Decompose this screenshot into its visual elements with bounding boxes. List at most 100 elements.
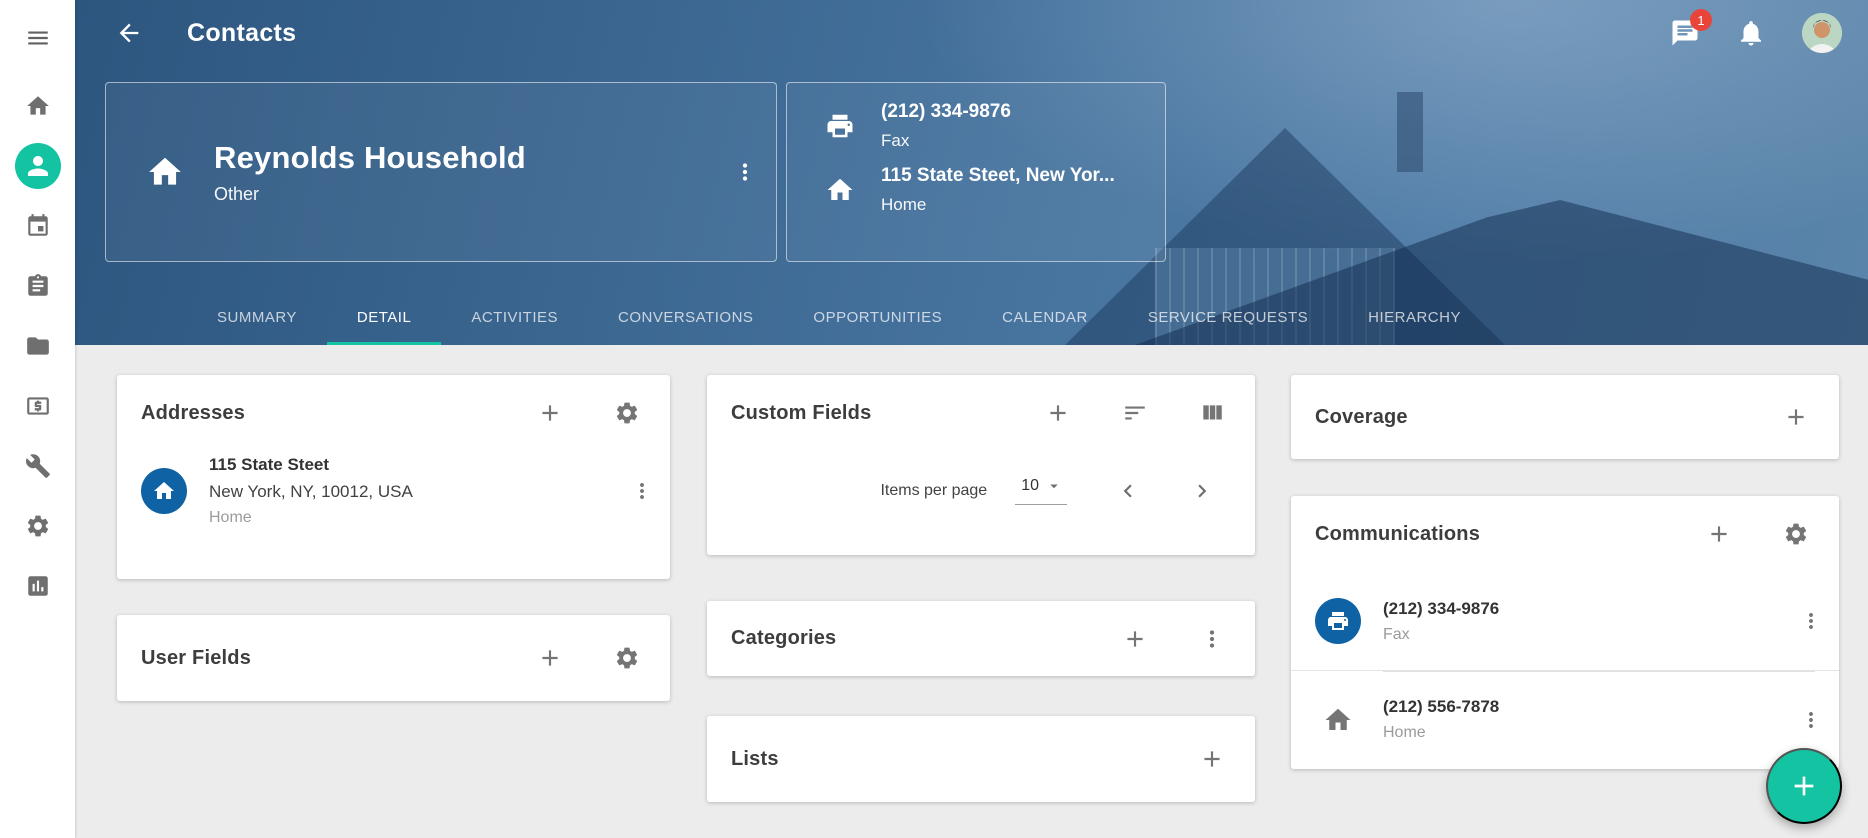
communication-more-menu[interactable] <box>1799 609 1823 633</box>
categories-more-menu[interactable] <box>1199 626 1225 652</box>
home-icon <box>25 93 51 119</box>
contacts-icon <box>15 143 61 189</box>
calendar-icon <box>25 213 51 239</box>
add-communication-button[interactable] <box>1706 521 1732 547</box>
addresses-settings-button[interactable] <box>614 400 640 426</box>
communication-label: Fax <box>1383 626 1499 644</box>
add-address-button[interactable] <box>537 400 563 426</box>
photo-chimney <box>1397 92 1423 172</box>
folder-icon <box>25 333 51 359</box>
tasks-icon <box>25 273 51 299</box>
plus-icon <box>1788 770 1820 802</box>
app-bar-actions: 1 <box>1670 13 1868 53</box>
user-avatar[interactable] <box>1802 13 1842 53</box>
add-list-button[interactable] <box>1199 746 1225 772</box>
sidebar-item-tools[interactable] <box>0 436 75 496</box>
tab-service-requests[interactable]: SERVICE REQUESTS <box>1118 289 1338 345</box>
tab-detail[interactable]: DETAIL <box>327 289 441 345</box>
add-custom-field-button[interactable] <box>1045 400 1071 426</box>
sidebar-item-folder[interactable] <box>0 316 75 376</box>
address-line2: New York, NY, 10012, USA <box>209 482 413 502</box>
items-per-page-value: 10 <box>1021 477 1039 495</box>
settings-icon <box>25 513 51 539</box>
tab-activities[interactable]: ACTIVITIES <box>441 289 588 345</box>
communications-title: Communications <box>1315 523 1480 546</box>
sidebar-item-accounts[interactable] <box>0 376 75 436</box>
address-line1: 115 State Steet <box>209 455 413 475</box>
sidebar-item-home[interactable] <box>0 76 75 136</box>
more-vert-icon <box>630 479 654 503</box>
sidebar-item-contacts[interactable] <box>0 136 75 196</box>
sidebar-item-calendar[interactable] <box>0 196 75 256</box>
top-app-bar: Contacts 1 <box>75 0 1868 66</box>
more-vert-icon <box>1799 609 1823 633</box>
address-text: 115 State Steet, New Yor... <box>881 165 1115 187</box>
page-title: Contacts <box>187 19 296 48</box>
previous-page-button[interactable] <box>1115 478 1141 504</box>
plus-icon <box>1122 626 1148 652</box>
tab-conversations[interactable]: CONVERSATIONS <box>588 289 783 345</box>
communications-settings-button[interactable] <box>1783 521 1809 547</box>
home-icon <box>1315 705 1361 735</box>
gear-icon <box>614 645 640 671</box>
plus-icon <box>1199 746 1225 772</box>
sort-button[interactable] <box>1122 400 1148 426</box>
menu-icon[interactable] <box>0 14 75 62</box>
notifications-button[interactable] <box>1736 18 1766 48</box>
columns-button[interactable] <box>1199 400 1225 426</box>
sidebar-item-tasks[interactable] <box>0 256 75 316</box>
custom-fields-card: Custom Fields Items per page 10 <box>707 375 1255 555</box>
quick-info-address: 115 State Steet, New Yor... Home <box>787 165 1165 215</box>
address-type-label: Home <box>209 509 413 527</box>
row-divider <box>1383 671 1815 672</box>
plus-icon <box>537 645 563 671</box>
bell-icon <box>1736 18 1766 48</box>
tab-summary[interactable]: SUMMARY <box>187 289 327 345</box>
detail-content: Addresses 115 State Steet New York, NY, … <box>75 345 1868 838</box>
address-row: 115 State Steet New York, NY, 10012, USA… <box>117 455 670 527</box>
more-vert-icon <box>1199 626 1225 652</box>
quick-info-card: (212) 334-9876 Fax 115 State Steet, New … <box>786 82 1166 262</box>
contact-tabs: SUMMARY DETAIL ACTIVITIES CONVERSATIONS … <box>187 289 1491 345</box>
add-fab-button[interactable] <box>1766 748 1842 824</box>
contact-name: Reynolds Household <box>214 140 526 176</box>
messages-badge: 1 <box>1690 9 1712 31</box>
sidebar-item-settings[interactable] <box>0 496 75 556</box>
user-fields-title: User Fields <box>141 647 251 670</box>
household-icon <box>146 153 184 191</box>
fax-number: (212) 334-9876 <box>881 101 1011 123</box>
custom-fields-pagination: Items per page 10 <box>707 451 1255 505</box>
plus-icon <box>537 400 563 426</box>
contact-identity: Reynolds Household Other <box>214 140 526 205</box>
address-more-menu[interactable] <box>630 479 654 503</box>
communication-value: (212) 556-7878 <box>1383 697 1499 717</box>
communication-value: (212) 334-9876 <box>1383 599 1499 619</box>
next-page-button[interactable] <box>1189 478 1215 504</box>
sidebar-item-reports[interactable] <box>0 556 75 616</box>
communication-label: Home <box>1383 724 1499 742</box>
fax-icon <box>825 101 859 141</box>
plus-icon <box>1706 521 1732 547</box>
user-fields-card: User Fields <box>117 615 670 701</box>
more-vert-icon <box>732 159 758 185</box>
contact-hero: Contacts 1 <box>75 0 1868 345</box>
categories-title: Categories <box>731 627 836 650</box>
tab-hierarchy[interactable]: HIERARCHY <box>1338 289 1491 345</box>
add-category-button[interactable] <box>1122 626 1148 652</box>
columns-icon <box>1199 400 1225 426</box>
back-arrow-icon[interactable] <box>115 19 143 47</box>
addresses-card: Addresses 115 State Steet New York, NY, … <box>117 375 670 579</box>
address-label: Home <box>881 195 1115 215</box>
tab-calendar[interactable]: CALENDAR <box>972 289 1118 345</box>
user-fields-settings-button[interactable] <box>614 645 640 671</box>
items-per-page-select[interactable]: 10 <box>1015 477 1067 505</box>
add-coverage-button[interactable] <box>1783 404 1809 430</box>
communication-more-menu[interactable] <box>1799 708 1823 732</box>
add-user-field-button[interactable] <box>537 645 563 671</box>
sort-icon <box>1122 400 1148 426</box>
tab-opportunities[interactable]: OPPORTUNITIES <box>783 289 972 345</box>
contact-more-menu[interactable] <box>732 159 758 185</box>
messages-button[interactable]: 1 <box>1670 18 1700 48</box>
communication-row: (212) 556-7878 Home <box>1291 670 1839 768</box>
home-icon <box>825 165 859 205</box>
